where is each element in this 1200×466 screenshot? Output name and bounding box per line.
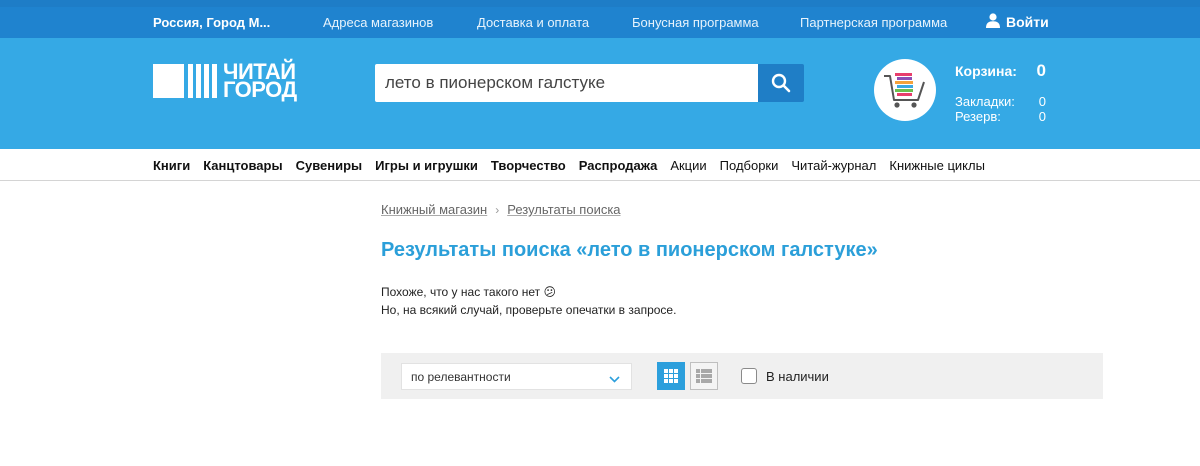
list-icon [696, 369, 712, 383]
cart-info: Корзина: 0 Закладки: 0 Резерв: 0 [955, 60, 1047, 124]
grid-icon [664, 369, 678, 383]
reserve-count: 0 [1038, 109, 1046, 124]
logo[interactable]: ЧИТАЙ ГОРОД [153, 59, 297, 102]
content: Книжный магазин › Результаты поиска Резу… [0, 181, 1200, 466]
link-store-addresses[interactable]: Адреса магазинов [323, 15, 433, 30]
top-bar: Россия, Город М... Адреса магазинов Дост… [0, 7, 1200, 38]
link-delivery-payment[interactable]: Доставка и оплата [477, 15, 589, 30]
bookmarks-count: 0 [1038, 94, 1046, 109]
link-partner-program[interactable]: Партнерская программа [800, 15, 947, 30]
nav-souvenirs[interactable]: Сувениры [296, 158, 363, 173]
no-results-line: Похоже, что у нас такого нет 😕 [381, 285, 556, 299]
search-input[interactable] [375, 64, 758, 102]
typo-hint-line: Но, на всякий случай, проверьте опечатки… [381, 303, 677, 317]
nav-collections[interactable]: Подборки [720, 158, 779, 173]
nav-promotions[interactable]: Акции [670, 158, 706, 173]
in-stock-label: В наличии [766, 368, 829, 384]
cart-count-row[interactable]: Корзина: 0 [955, 60, 1047, 82]
main-nav: Книги Канцтовары Сувениры Игры и игрушки… [0, 149, 1200, 181]
user-icon [986, 13, 1000, 31]
header: ЧИТАЙ ГОРОД Корзина: 0 [0, 38, 1200, 149]
bookmarks-row[interactable]: Закладки: 0 [955, 94, 1047, 109]
nav-books[interactable]: Книги [153, 158, 190, 173]
nav-games-toys[interactable]: Игры и игрушки [375, 158, 478, 173]
logo-text: ЧИТАЙ ГОРОД [223, 59, 297, 102]
list-view-button[interactable] [690, 362, 718, 390]
login-label: Войти [1006, 14, 1049, 30]
filter-bar: по релевантности В наличии [381, 353, 1103, 399]
breadcrumb-separator: › [495, 202, 500, 217]
reserve-row[interactable]: Резерв: 0 [955, 109, 1047, 124]
nav-book-series[interactable]: Книжные циклы [889, 158, 985, 173]
search-icon [771, 73, 791, 93]
login-button[interactable]: Войти [986, 13, 1049, 31]
nav-sale[interactable]: Распродажа [579, 158, 658, 173]
nav-creativity[interactable]: Творчество [491, 158, 566, 173]
sort-value: по релевантности [411, 370, 511, 384]
search-box [375, 64, 804, 102]
cart-button[interactable] [874, 59, 936, 121]
search-button[interactable] [758, 64, 804, 102]
nav-journal[interactable]: Читай-журнал [791, 158, 876, 173]
cart-icon [884, 73, 925, 108]
in-stock-filter[interactable]: В наличии [741, 368, 829, 384]
logo-mark-icon [153, 64, 217, 98]
link-bonus-program[interactable]: Бонусная программа [632, 15, 759, 30]
top-strip [0, 0, 1200, 7]
region-selector[interactable]: Россия, Город М... [153, 15, 270, 30]
breadcrumb-current[interactable]: Результаты поиска [507, 202, 620, 217]
breadcrumb-home[interactable]: Книжный магазин [381, 202, 487, 217]
breadcrumb: Книжный магазин › Результаты поиска [381, 202, 621, 217]
chevron-down-icon [609, 372, 620, 386]
page-title: Результаты поиска «лето в пионерском гал… [381, 239, 878, 261]
cart-count: 0 [1036, 61, 1046, 80]
in-stock-checkbox[interactable] [741, 368, 757, 384]
grid-view-button[interactable] [657, 362, 685, 390]
no-results-message: Похоже, что у нас такого нет 😕 Но, на вс… [381, 283, 676, 319]
sort-select[interactable]: по релевантности [401, 363, 632, 390]
nav-stationery[interactable]: Канцтовары [203, 158, 282, 173]
